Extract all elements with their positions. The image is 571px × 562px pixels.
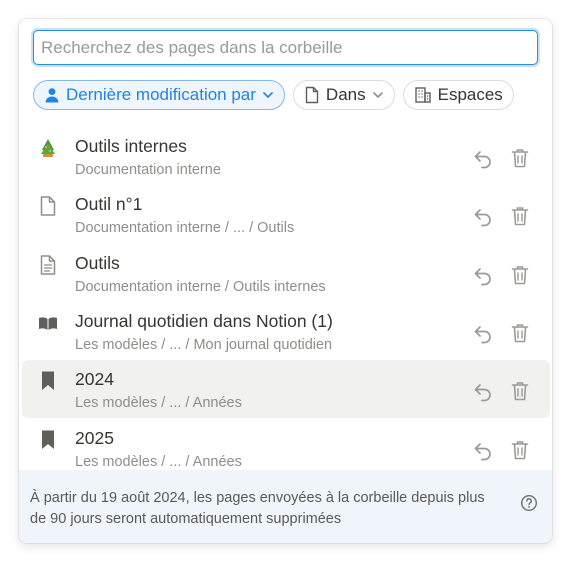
- building-icon: [414, 87, 431, 103]
- item-title: 2025: [75, 428, 114, 448]
- trash-panel: Dernière modification par Dans Espaces: [19, 19, 552, 543]
- chevron-down-icon: [372, 92, 383, 98]
- bookmark-icon: [42, 371, 54, 390]
- restore-icon[interactable]: [472, 264, 494, 286]
- trash-icon[interactable]: [510, 439, 530, 461]
- page-icon: [40, 196, 56, 216]
- bookmark-icon: [42, 430, 54, 449]
- retention-notice: À partir du 19 août 2024, les pages envo…: [19, 470, 552, 543]
- item-path: Documentation interne / Outils internes: [75, 279, 326, 295]
- filter-bar: Dernière modification par Dans Espaces: [33, 80, 514, 110]
- item-path: Documentation interne: [75, 162, 221, 178]
- chevron-down-icon: [263, 92, 273, 98]
- retention-message: À partir du 19 août 2024, les pages envo…: [30, 490, 485, 527]
- search-input[interactable]: [33, 30, 538, 65]
- item-path: Les modèles / ... / Années: [75, 454, 242, 470]
- page-icon: [305, 86, 319, 104]
- filter-in-label: Dans: [325, 85, 366, 104]
- tree-emoji-icon: [41, 139, 55, 157]
- item-title: Outils: [75, 253, 120, 273]
- restore-icon[interactable]: [472, 322, 494, 344]
- person-icon: [45, 88, 59, 103]
- filter-spaces-label: Espaces: [437, 85, 503, 104]
- item-path: Les modèles / ... / Mon journal quotidie…: [75, 337, 333, 353]
- restore-icon[interactable]: [472, 439, 494, 461]
- help-icon[interactable]: [520, 494, 538, 512]
- page-text-icon: [40, 255, 56, 275]
- filter-last-edited-by-label: Dernière modification par: [66, 85, 256, 104]
- item-title: Outils internes: [75, 136, 187, 156]
- item-title: 2024: [75, 369, 114, 389]
- item-path: Documentation interne / ... / Outils: [75, 220, 295, 236]
- list-item[interactable]: Outils internes Documentation interne: [22, 127, 550, 185]
- trash-icon[interactable]: [510, 380, 530, 402]
- trash-icon[interactable]: [510, 264, 530, 286]
- item-path: Les modèles / ... / Années: [75, 395, 242, 411]
- trash-list: Outils internes Documentation interne Ou…: [22, 127, 550, 470]
- item-title: Outil n°1: [75, 194, 143, 214]
- list-item[interactable]: Outils Documentation interne / Outils in…: [22, 244, 550, 302]
- filter-in[interactable]: Dans: [292, 80, 395, 110]
- book-open-icon: [39, 317, 57, 330]
- item-title: Journal quotidien dans Notion (1): [75, 311, 333, 331]
- trash-icon[interactable]: [510, 205, 530, 227]
- list-item[interactable]: 2024 Les modèles / ... / Années: [22, 360, 550, 418]
- restore-icon[interactable]: [472, 380, 494, 402]
- trash-icon[interactable]: [510, 147, 530, 169]
- trash-icon[interactable]: [510, 322, 530, 344]
- restore-icon[interactable]: [472, 147, 494, 169]
- list-item[interactable]: 2025 Les modèles / ... / Années: [22, 419, 550, 470]
- filter-last-edited-by[interactable]: Dernière modification par: [33, 80, 285, 110]
- list-item[interactable]: Outil n°1 Documentation interne / ... / …: [22, 185, 550, 243]
- restore-icon[interactable]: [472, 205, 494, 227]
- filter-spaces[interactable]: Espaces: [402, 80, 514, 110]
- list-item[interactable]: Journal quotidien dans Notion (1) Les mo…: [22, 302, 550, 360]
